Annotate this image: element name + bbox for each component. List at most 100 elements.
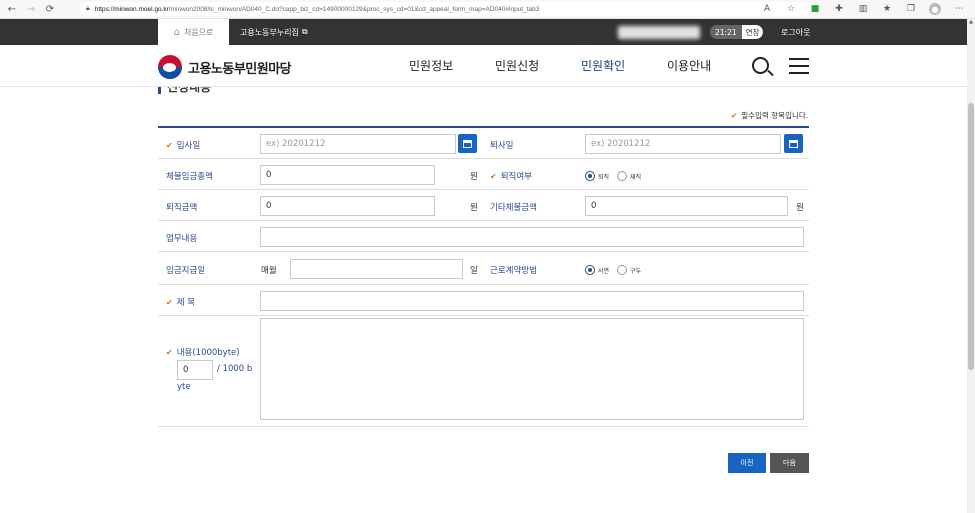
form-row-dates: ✔ 입사일 ex) 20201212 퇴사일 ex) 20201212 — [158, 128, 809, 159]
form-row-subject: ✔ 제 목 — [158, 285, 809, 316]
extend-session-button[interactable]: 연장 — [741, 25, 764, 39]
ministry-site-link[interactable]: 고용노동부누리집 ⧉ — [240, 19, 308, 45]
required-check-icon: ✔ — [166, 298, 173, 307]
unpaid-total-input[interactable]: 0 — [260, 165, 435, 185]
subject-label: ✔ 제 목 — [166, 298, 196, 308]
browser-toolbar: ← → ⟳ 🔒︎ https://minwon.moel.go.kr /minw… — [0, 0, 975, 19]
next-button[interactable]: 다음 — [770, 453, 809, 473]
menu-minwon-info[interactable]: 민원정보 — [409, 57, 453, 74]
pay-day-input[interactable] — [290, 259, 463, 279]
check-icon: ✔ — [731, 111, 738, 120]
severance-unit: 원 — [470, 203, 478, 213]
url-host: https://minwon.moel.go.kr — [94, 5, 169, 13]
severance-input[interactable]: 0 — [260, 196, 435, 216]
scroll-up-icon[interactable]: ▲ — [967, 19, 975, 27]
content-textarea[interactable] — [260, 318, 804, 420]
read-aloud-icon[interactable]: A — [761, 3, 773, 15]
external-link-icon: ⧉ — [301, 27, 308, 36]
ministry-site-label: 고용노동부누리집 — [240, 27, 299, 37]
required-check-icon: ✔ — [166, 141, 173, 150]
favorite-icon[interactable]: ☆ — [785, 3, 797, 15]
byte-count-input[interactable]: 0 — [177, 360, 213, 380]
unpaid-total-label: 체불임금총액 — [166, 172, 213, 182]
main-header: 고용노동부민원마당 민원정보 민원신청 민원확인 이용안내 — [0, 45, 967, 87]
taegeuk-logo-icon — [158, 55, 182, 79]
home-link[interactable]: ⌂ 처음으로 — [158, 19, 229, 45]
job-desc-label: 업무내용 — [166, 234, 198, 244]
required-note: ✔ 필수입력 항목입니다. — [731, 110, 808, 121]
url-path: /minwon2008/lc_minwon/AD040_C.do?capp_bi… — [168, 5, 540, 13]
scrollbar-thumb[interactable] — [968, 103, 974, 370]
back-icon[interactable]: ← — [5, 2, 19, 16]
page-scrollbar[interactable]: ▲ — [967, 19, 975, 513]
logo-text: 고용노동부민원마당 — [188, 61, 292, 77]
other-unpaid-unit: 원 — [796, 203, 804, 213]
byte-limit-label: / 1000 b — [217, 364, 253, 374]
leave-date-label: 퇴사일 — [490, 141, 514, 151]
application-form: ✔ 입사일 ex) 20201212 퇴사일 ex) 20201212 체불임금총… — [158, 126, 809, 427]
required-check-icon: ✔ — [166, 348, 173, 357]
profile-avatar-icon[interactable]: ● — [929, 3, 941, 15]
join-date-label: ✔ 입사일 — [166, 141, 201, 151]
retired-radio-yes[interactable] — [585, 171, 595, 181]
split-screen-icon[interactable]: ▥ — [857, 3, 869, 15]
subject-input[interactable] — [260, 291, 804, 311]
section-title: 신청내용 — [158, 87, 211, 94]
menu-minwon-apply[interactable]: 민원신청 — [495, 57, 539, 74]
collections-icon[interactable]: ❐ — [905, 3, 917, 15]
contract-method-label: 근로계약방법 — [490, 266, 537, 276]
required-check-icon: ✔ — [490, 172, 497, 181]
other-unpaid-input[interactable]: 0 — [585, 196, 788, 216]
pay-day-prefix: 매월 — [261, 266, 277, 276]
pay-day-unit: 일 — [470, 266, 478, 276]
logout-link[interactable]: 로그아웃 — [781, 19, 810, 45]
home-icon: ⌂ — [173, 26, 180, 38]
form-row-content: ✔ 내용(1000byte) 0 / 1000 b yte — [158, 316, 809, 427]
contract-radio-group: 서면 구두 — [585, 265, 649, 275]
form-row-payday: 임금지급일 매월 일 근로계약방법 서면 구두 — [158, 252, 809, 285]
menu-hamburger-icon[interactable] — [789, 58, 809, 74]
extension-icon[interactable]: ■ — [809, 3, 821, 15]
retired-option-yes: 퇴직 — [598, 173, 610, 181]
form-row-severance: 퇴직금액 0 원 기타체불금액 0 원 — [158, 190, 809, 221]
extensions-icon[interactable]: ✚ — [833, 3, 845, 15]
site-logo[interactable]: 고용노동부민원마당 — [158, 55, 292, 79]
prev-button[interactable]: 이전 — [728, 453, 766, 473]
blurred-user-name — [618, 26, 700, 39]
form-row-job: 업무내용 — [158, 221, 809, 252]
utility-bar: ⌂ 처음으로 고용노동부누리집 ⧉ 21:21 연장 로그아웃 — [0, 19, 967, 45]
lock-icon: 🔒︎ — [86, 5, 90, 12]
home-label: 처음으로 — [183, 27, 214, 37]
form-row-unpaid: 체불임금총액 0 원 ✔ 퇴직여부 퇴직 재직 — [158, 159, 809, 190]
join-date-input[interactable]: ex) 20201212 — [260, 134, 456, 154]
retired-radio-no[interactable] — [617, 171, 628, 181]
session-timer: 21:21 연장 — [710, 25, 764, 39]
menu-minwon-check[interactable]: 민원확인 — [581, 57, 625, 74]
unpaid-total-unit: 원 — [470, 172, 478, 182]
contract-radio-written[interactable] — [585, 265, 595, 275]
leave-date-calendar-icon[interactable] — [784, 134, 803, 153]
content-label: ✔ 내용(1000byte) — [166, 348, 240, 358]
session-time: 21:21 — [710, 25, 742, 39]
contract-radio-verbal[interactable] — [617, 265, 628, 275]
address-bar[interactable]: 🔒︎ https://minwon.moel.go.kr /minwon2008… — [80, 2, 810, 16]
favorites-icon[interactable]: ★ — [881, 3, 893, 15]
job-desc-input[interactable] — [260, 227, 804, 247]
retired-radio-group: 퇴직 재직 — [585, 171, 649, 181]
search-icon[interactable] — [752, 57, 769, 74]
leave-date-input[interactable]: ex) 20201212 — [585, 134, 781, 154]
forward-icon[interactable]: → — [24, 2, 38, 16]
severance-label: 퇴직금액 — [166, 203, 198, 213]
other-unpaid-label: 기타체불금액 — [490, 203, 537, 213]
menu-usage-guide[interactable]: 이용안내 — [667, 57, 711, 74]
join-date-calendar-icon[interactable] — [458, 134, 477, 153]
retired-option-no: 재직 — [630, 173, 642, 181]
pay-day-label: 임금지급일 — [166, 266, 206, 276]
more-icon[interactable]: ⋯ — [953, 3, 965, 15]
contract-option-written: 서면 — [598, 267, 610, 275]
retired-label: ✔ 퇴직여부 — [490, 172, 532, 182]
required-note-text: 필수입력 항목입니다. — [741, 111, 809, 120]
byte-limit-label-cont: yte — [177, 382, 191, 392]
reload-icon[interactable]: ⟳ — [43, 2, 57, 16]
contract-option-verbal: 구두 — [630, 267, 642, 275]
